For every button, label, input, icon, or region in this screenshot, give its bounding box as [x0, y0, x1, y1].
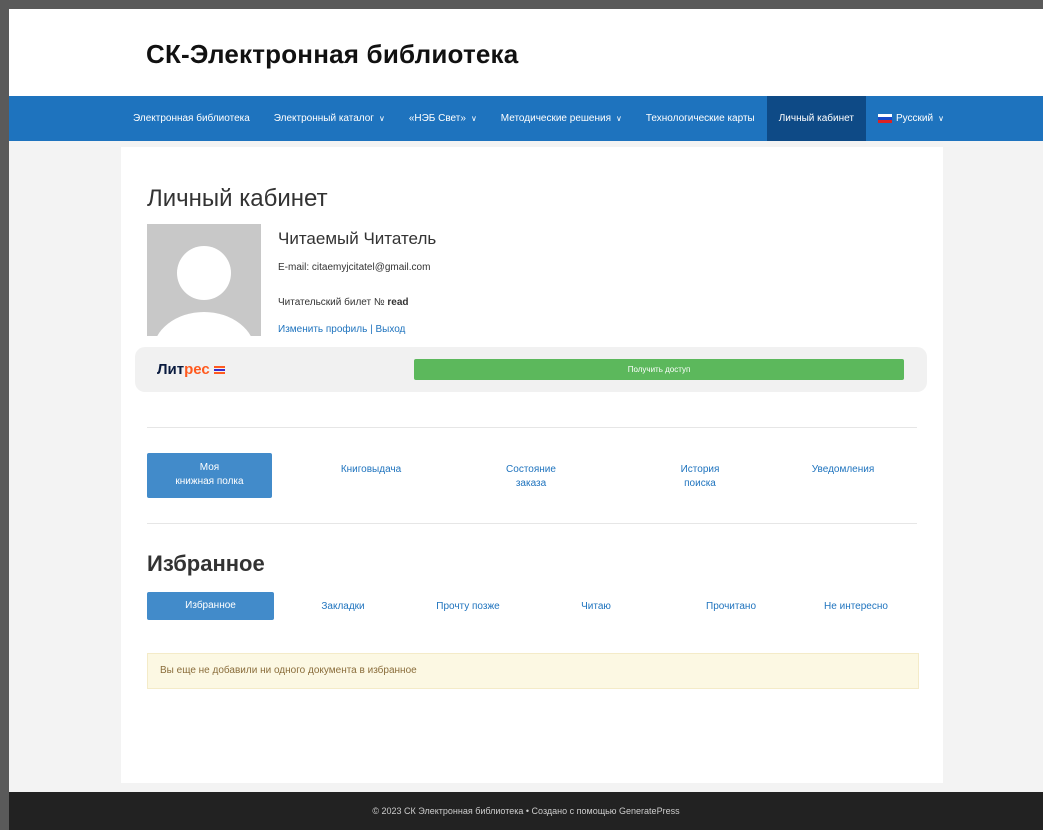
get-access-button[interactable]: Получить доступ: [414, 359, 904, 380]
reader-ticket-label: Читательский билет №: [278, 297, 385, 308]
tab-label-line1: Уведомления: [811, 464, 875, 475]
nav-item-label: Методические решения: [500, 113, 612, 124]
tab-notifications[interactable]: Уведомления: [793, 463, 893, 477]
language-selector[interactable]: Русский ∨: [866, 96, 956, 141]
site-footer: © 2023 СК Электронная библиотека • Созда…: [9, 792, 1043, 830]
litres-logo-part1: Лит: [157, 361, 185, 378]
avatar-body: [153, 312, 255, 336]
tab-order-status[interactable]: Состояние заказа: [481, 463, 581, 491]
edit-profile-link[interactable]: Изменить профиль: [278, 324, 367, 335]
profile-links: Изменить профиль | Выход: [278, 324, 405, 335]
link-separator: |: [370, 324, 373, 335]
language-label: Русский: [895, 113, 934, 124]
tab-read-later[interactable]: Прочту позже: [413, 600, 523, 614]
footer-text: © 2023 СК Электронная библиотека • Созда…: [372, 806, 680, 816]
chevron-down-icon: ∨: [616, 114, 622, 123]
chevron-down-icon: ∨: [378, 114, 385, 123]
tab-label-line2: книжная полка: [175, 476, 244, 487]
nav-item-catalog[interactable]: Электронный каталог ∨: [262, 96, 397, 141]
tab-read[interactable]: Прочитано: [681, 600, 781, 614]
page-title: Личный кабинет: [147, 185, 328, 212]
favorites-title: Избранное: [147, 551, 265, 576]
nav-item-label: Личный кабинет: [778, 113, 854, 124]
litres-bars-icon: [213, 365, 225, 374]
litres-panel: Лит рес Получить доступ: [135, 347, 927, 392]
nav-item-label: Электронный каталог: [273, 113, 374, 124]
litres-logo-part2: рес: [184, 361, 210, 378]
chevron-down-icon: ∨: [470, 114, 477, 123]
tab-not-interested[interactable]: Не интересно: [806, 600, 906, 614]
nav-item-account[interactable]: Личный кабинет: [766, 96, 866, 141]
nav-item-neb-svet[interactable]: «НЭБ Свет» ∨: [397, 96, 489, 141]
nav-item-library[interactable]: Электронная библиотека: [121, 96, 262, 141]
avatar: [147, 224, 261, 336]
site-title[interactable]: СК-Электронная библиотека: [146, 39, 518, 70]
divider: [147, 523, 917, 524]
tab-reading[interactable]: Читаю: [561, 600, 631, 614]
nav-item-label: «НЭБ Свет»: [408, 113, 466, 124]
nav-item-label: Технологические карты: [645, 113, 755, 124]
tab-label-line2: заказа: [515, 478, 547, 489]
browser-viewport: СК-Электронная библиотека Электронная би…: [9, 9, 1043, 830]
nav-item-tech-cards[interactable]: Технологические карты: [634, 96, 767, 141]
content-area: Личный кабинет Читаемый Читатель E-mail:…: [121, 147, 943, 783]
logout-link[interactable]: Выход: [375, 324, 405, 335]
tab-label-line1: История: [680, 464, 720, 475]
tab-favorites[interactable]: Избранное: [147, 592, 274, 620]
tab-label-line2: поиска: [684, 478, 716, 489]
site-header: СК-Электронная библиотека: [9, 9, 1043, 96]
tab-my-bookshelf[interactable]: Моя книжная полка: [147, 453, 272, 498]
tab-book-loans[interactable]: Книговыдача: [321, 463, 421, 477]
chevron-down-icon: ∨: [938, 114, 944, 123]
litres-logo: Лит рес: [157, 361, 225, 378]
nav-item-label: Электронная библиотека: [133, 113, 250, 124]
tab-label-line1: Состояние: [506, 464, 556, 475]
russian-flag-icon: [877, 114, 892, 123]
divider: [147, 427, 917, 428]
tab-bookmarks[interactable]: Закладки: [293, 600, 393, 614]
reader-ticket: Читательский билет № read: [278, 297, 409, 308]
user-email: E-mail: citaemyjcitatel@gmail.com: [278, 262, 431, 273]
main-navigation: Электронная библиотека Электронный катал…: [9, 96, 1043, 141]
tab-search-history[interactable]: История поиска: [650, 463, 750, 491]
tab-label-line1: Книговыдача: [340, 464, 402, 475]
nav-item-methods[interactable]: Методические решения ∨: [489, 96, 634, 141]
empty-favorites-notice: Вы еще не добавили ни одного документа в…: [147, 653, 919, 689]
tab-label-line1: Моя: [199, 462, 220, 473]
user-name: Читаемый Читатель: [278, 229, 437, 248]
avatar-head: [177, 246, 231, 300]
reader-ticket-value: read: [387, 297, 409, 308]
